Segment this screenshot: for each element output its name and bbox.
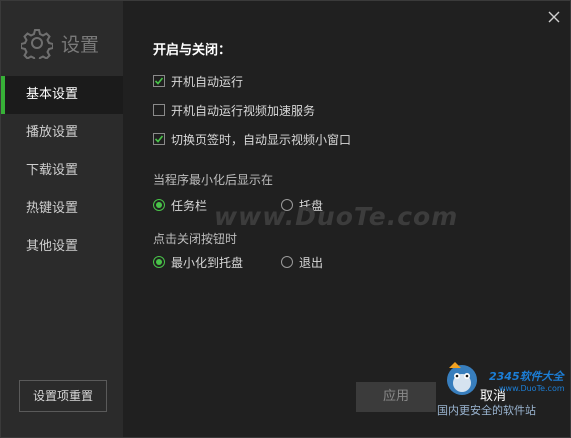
- duote-watermark: www.DuoTe.com: [214, 202, 459, 231]
- option-accel-service-label: 开机自动运行视频加速服务: [171, 103, 316, 118]
- brand-url: www.DuoTe.com: [499, 384, 565, 393]
- radio-exit-label: 退出: [299, 255, 324, 270]
- option-mini-window[interactable]: 切换页签时，自动显示视频小窗口: [153, 131, 351, 147]
- sidebar: 设置 基本设置 播放设置 下载设置 热键设置 其他设置 设置项重置: [1, 1, 123, 437]
- radio-taskbar-label: 任务栏: [171, 198, 208, 213]
- apply-button[interactable]: 应用: [356, 382, 436, 412]
- option-autostart[interactable]: 开机自动运行: [153, 73, 243, 89]
- radio-minimize-to-tray-indicator[interactable]: [153, 256, 165, 268]
- app-logo: 设置: [21, 27, 99, 59]
- radio-taskbar[interactable]: 任务栏: [153, 197, 207, 213]
- close-group-label: 点击关闭按钮时: [153, 232, 238, 246]
- checkbox-autostart[interactable]: [153, 75, 165, 87]
- radio-minimize-to-tray[interactable]: 最小化到托盘: [153, 254, 243, 270]
- check-icon: [154, 77, 164, 85]
- gear-icon: [21, 27, 53, 59]
- section-title: 开启与关闭：: [153, 43, 232, 58]
- sidebar-item-basic[interactable]: 基本设置: [1, 76, 123, 114]
- option-accel-service[interactable]: 开机自动运行视频加速服务: [153, 102, 315, 118]
- radio-minimize-to-tray-label: 最小化到托盘: [171, 255, 244, 270]
- brand-watermark: 2345软件大全 www.DuoTe.com 国内更安全的软件站: [437, 354, 571, 436]
- sidebar-item-playback[interactable]: 播放设置: [1, 114, 123, 152]
- minimize-group-label: 当程序最小化后显示在: [153, 173, 274, 187]
- settings-window: 设置 基本设置 播放设置 下载设置 热键设置 其他设置 设置项重置 开启与关闭：…: [0, 0, 571, 438]
- option-autostart-label: 开机自动运行: [171, 74, 244, 89]
- radio-taskbar-indicator[interactable]: [153, 199, 165, 211]
- radio-exit[interactable]: 退出: [281, 254, 323, 270]
- option-mini-window-label: 切换页签时，自动显示视频小窗口: [171, 132, 352, 147]
- app-title: 设置: [61, 33, 100, 56]
- checkbox-accel-service[interactable]: [153, 104, 165, 116]
- reset-settings-button[interactable]: 设置项重置: [19, 380, 107, 412]
- radio-exit-indicator[interactable]: [281, 256, 293, 268]
- sidebar-item-download[interactable]: 下载设置: [1, 152, 123, 190]
- check-icon: [154, 135, 164, 143]
- close-icon[interactable]: [546, 9, 562, 25]
- checkbox-mini-window[interactable]: [153, 133, 165, 145]
- sidebar-nav: 基本设置 播放设置 下载设置 热键设置 其他设置: [1, 76, 123, 266]
- brand-name: 2345软件大全: [489, 370, 564, 383]
- sidebar-item-other[interactable]: 其他设置: [1, 228, 123, 266]
- brand-slogan: 国内更安全的软件站: [437, 404, 536, 417]
- mascot-icon: [447, 362, 477, 395]
- sidebar-item-hotkey[interactable]: 热键设置: [1, 190, 123, 228]
